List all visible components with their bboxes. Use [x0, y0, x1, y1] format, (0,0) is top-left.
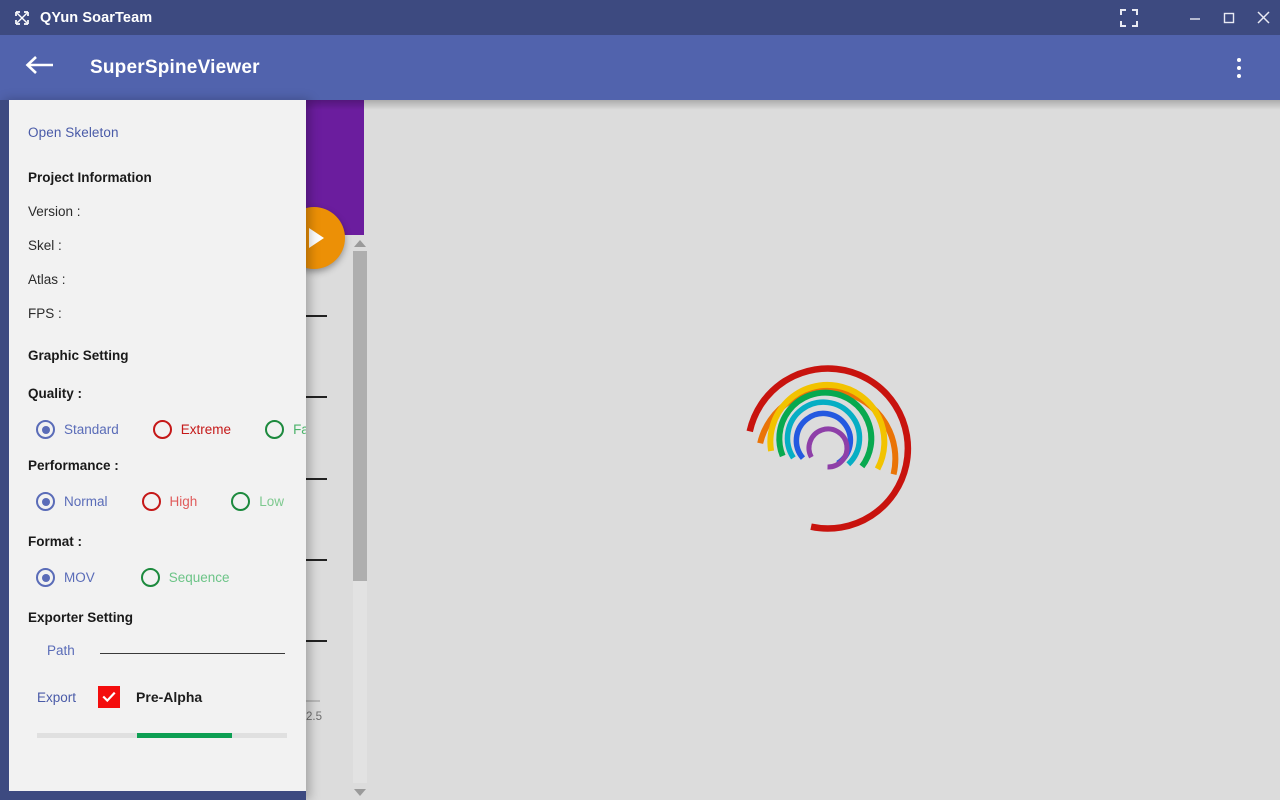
play-icon	[309, 228, 324, 248]
rainbow-spiral-logo	[738, 358, 918, 538]
atlas-label: Atlas :	[28, 272, 66, 287]
fps-label: FPS :	[28, 306, 62, 321]
axis-tick-minor	[306, 700, 320, 702]
radio-icon-selected	[36, 420, 55, 439]
performance-label: Performance :	[28, 458, 119, 473]
fullscreen-button[interactable]	[1112, 0, 1146, 35]
application-window: QYun SoarTeam SuperSpineViewer 2.5 Open …	[0, 0, 1280, 800]
open-skeleton-button[interactable]: Open Skeleton	[28, 125, 119, 140]
radio-performance-high[interactable]: High	[141, 492, 198, 511]
export-label[interactable]: Export	[37, 690, 76, 705]
radio-label: Fast	[293, 422, 306, 437]
radio-label: Low	[259, 494, 285, 509]
radio-label: Normal	[64, 494, 108, 509]
axis-tick	[306, 315, 327, 317]
radio-icon-selected	[36, 492, 55, 511]
close-button[interactable]	[1246, 0, 1280, 35]
path-label: Path	[47, 643, 75, 658]
overflow-menu-button[interactable]	[1225, 51, 1253, 85]
skel-label: Skel :	[28, 238, 62, 253]
back-button[interactable]	[22, 51, 56, 85]
radio-label: MOV	[64, 570, 95, 585]
graphic-setting-heading: Graphic Setting	[28, 348, 129, 363]
radio-icon	[231, 492, 251, 511]
check-icon	[101, 689, 117, 705]
radio-format-sequence[interactable]: Sequence	[140, 568, 230, 587]
radio-quality-fast[interactable]: Fast	[265, 420, 306, 439]
timeline-axis: 2.5	[306, 100, 346, 800]
radio-icon	[265, 420, 285, 439]
fullscreen-icon	[1120, 8, 1138, 27]
window-title: QYun SoarTeam	[40, 9, 153, 26]
quality-radio-group: Standard Extreme Fast	[36, 420, 306, 439]
scroll-up-icon[interactable]	[354, 240, 366, 247]
radio-quality-standard[interactable]: Standard	[36, 420, 119, 439]
version-label: Version :	[28, 204, 81, 219]
export-row: Export Pre-Alpha	[37, 686, 202, 708]
page-title: SuperSpineViewer	[90, 56, 260, 78]
export-progress-bar	[37, 733, 287, 738]
radio-performance-low[interactable]: Low	[231, 492, 284, 511]
close-icon	[1255, 9, 1272, 26]
axis-tick	[306, 478, 327, 480]
radio-label: Sequence	[168, 570, 230, 585]
radio-icon-selected	[36, 568, 55, 587]
format-radio-group: MOV Sequence	[36, 568, 230, 587]
settings-drawer: Open Skeleton Project Information Versio…	[0, 100, 306, 800]
quality-label: Quality :	[28, 386, 83, 401]
maximize-button[interactable]	[1212, 0, 1246, 35]
axis-tick	[306, 559, 327, 561]
scroll-down-icon[interactable]	[354, 789, 366, 796]
format-label: Format :	[28, 534, 82, 549]
axis-tick	[306, 396, 327, 398]
back-arrow-icon	[24, 54, 54, 81]
more-vertical-icon-dot2	[1237, 65, 1241, 70]
prealpha-label: Pre-Alpha	[136, 689, 203, 705]
radio-quality-extreme[interactable]: Extreme	[152, 420, 232, 439]
export-progress-fill	[137, 733, 232, 738]
radio-icon	[140, 568, 160, 587]
performance-radio-group: Normal High Low	[36, 492, 284, 511]
path-field-row: Path	[47, 643, 285, 658]
minimize-button[interactable]	[1178, 0, 1212, 35]
maximize-icon	[1221, 10, 1237, 26]
drawer-content: Open Skeleton Project Information Versio…	[9, 100, 306, 791]
more-vertical-icon-dot3	[1237, 73, 1241, 78]
radio-icon	[141, 492, 161, 511]
panel-scrollbar[interactable]	[350, 235, 370, 800]
path-input[interactable]	[99, 653, 285, 654]
project-information-heading: Project Information	[28, 170, 152, 185]
radio-performance-normal[interactable]: Normal	[36, 492, 108, 511]
window-title-bar: QYun SoarTeam	[0, 0, 1280, 35]
radio-format-mov[interactable]: MOV	[36, 568, 95, 587]
radio-icon	[152, 420, 172, 439]
radio-label: Standard	[64, 422, 119, 437]
scrollbar-thumb[interactable]	[353, 251, 367, 581]
app-logo-icon	[14, 10, 30, 26]
minimize-icon	[1187, 10, 1203, 26]
exporter-setting-heading: Exporter Setting	[28, 610, 134, 625]
axis-tick-label: 2.5	[306, 711, 322, 723]
radio-label: Extreme	[180, 422, 232, 437]
axis-tick	[306, 640, 327, 642]
prealpha-checkbox[interactable]	[98, 686, 121, 708]
radio-label: High	[169, 494, 198, 509]
more-vertical-icon	[1237, 57, 1241, 62]
app-bar: SuperSpineViewer	[0, 35, 1280, 100]
